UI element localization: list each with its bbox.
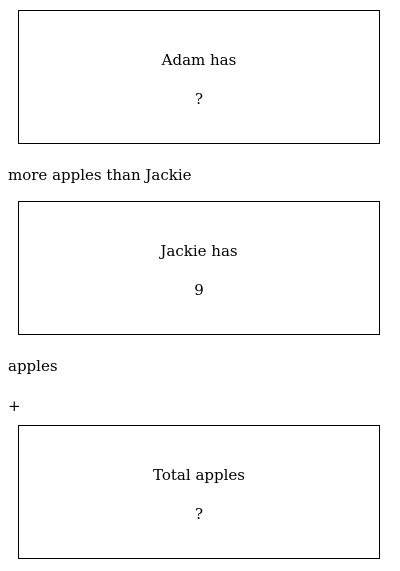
adam-label: Adam has — [161, 51, 237, 69]
comparison-text: more apples than Jackie — [8, 166, 192, 184]
unit-text: apples — [8, 357, 58, 375]
total-value: ? — [194, 505, 204, 523]
jackie-value: 9 — [194, 281, 204, 299]
total-box: Total apples ? — [18, 425, 380, 559]
total-label: Total apples — [153, 466, 245, 484]
adam-value: ? — [194, 90, 204, 108]
jackie-box: Jackie has 9 — [18, 201, 380, 335]
adam-box: Adam has ? — [18, 10, 380, 144]
jackie-label: Jackie has — [160, 242, 238, 260]
plus-operator: + — [8, 397, 21, 415]
